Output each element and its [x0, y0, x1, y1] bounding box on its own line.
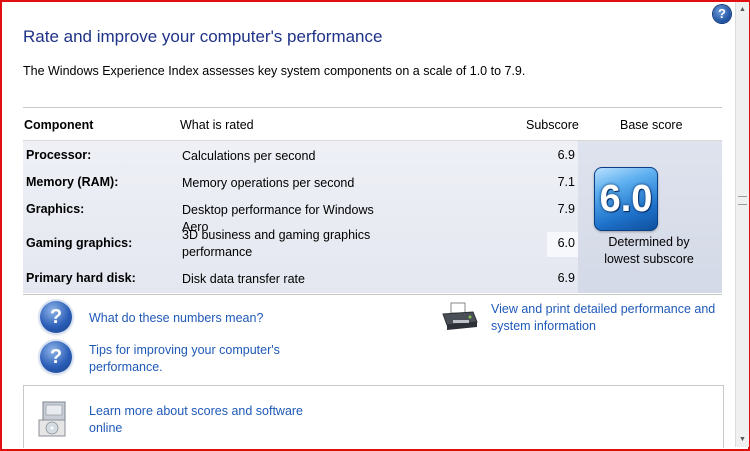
row-name-gaming-graphics: Gaming graphics:: [26, 236, 133, 250]
base-score-label: Determined by lowest subscore: [604, 235, 694, 266]
score-table: Component What is rated Subscore Base sc…: [23, 107, 722, 295]
scroll-up-arrow-icon[interactable]: ▲: [737, 4, 748, 15]
scroll-down-arrow-icon[interactable]: ▼: [737, 434, 748, 445]
row-name-hard-disk: Primary hard disk:: [26, 271, 136, 285]
software-box-icon: [38, 401, 66, 437]
column-header-subscore: Subscore: [526, 118, 579, 132]
column-header-what-is-rated: What is rated: [180, 118, 254, 132]
page-title: Rate and improve your computer's perform…: [23, 27, 383, 46]
view-print-details-link[interactable]: View and print detailed performance and …: [491, 301, 727, 335]
improving-performance-tips-link[interactable]: Tips for improving your computer's perfo…: [89, 342, 304, 376]
column-header-base-score: Base score: [620, 118, 683, 132]
row-name-memory: Memory (RAM):: [26, 175, 119, 189]
help-icon[interactable]: ?: [713, 5, 731, 23]
intro-text: The Windows Experience Index assesses ke…: [23, 64, 526, 78]
row-desc-processor: Calculations per second: [182, 149, 316, 163]
row-desc-gaming-graphics: 3D business and gaming graphics performa…: [182, 228, 371, 259]
printer-icon[interactable]: [439, 302, 479, 332]
learn-more-scores-link[interactable]: Learn more about scores and software onl…: [89, 403, 319, 437]
what-numbers-mean-link[interactable]: What do these numbers mean?: [89, 310, 389, 327]
row-score-graphics: 7.9: [557, 202, 575, 216]
column-header-component: Component: [24, 118, 94, 132]
row-name-graphics: Graphics:: [26, 202, 85, 216]
question-help-icon[interactable]: ?: [40, 301, 72, 333]
row-name-processor: Processor:: [26, 148, 92, 162]
base-score-badge: 6.0: [594, 167, 658, 231]
row-score-processor: 6.9: [557, 148, 575, 162]
row-score-hard-disk: 6.9: [557, 271, 575, 285]
row-desc-memory: Memory operations per second: [182, 176, 355, 190]
row-score-memory: 7.1: [557, 175, 575, 189]
row-score-gaming-graphics: 6.0: [557, 236, 575, 250]
row-desc-hard-disk: Disk data transfer rate: [182, 272, 305, 286]
question-help-icon-tips[interactable]: ?: [40, 341, 72, 373]
scroll-thumb-grip[interactable]: [738, 196, 747, 205]
vertical-scrollbar[interactable]: ▲ ▼: [735, 2, 749, 447]
